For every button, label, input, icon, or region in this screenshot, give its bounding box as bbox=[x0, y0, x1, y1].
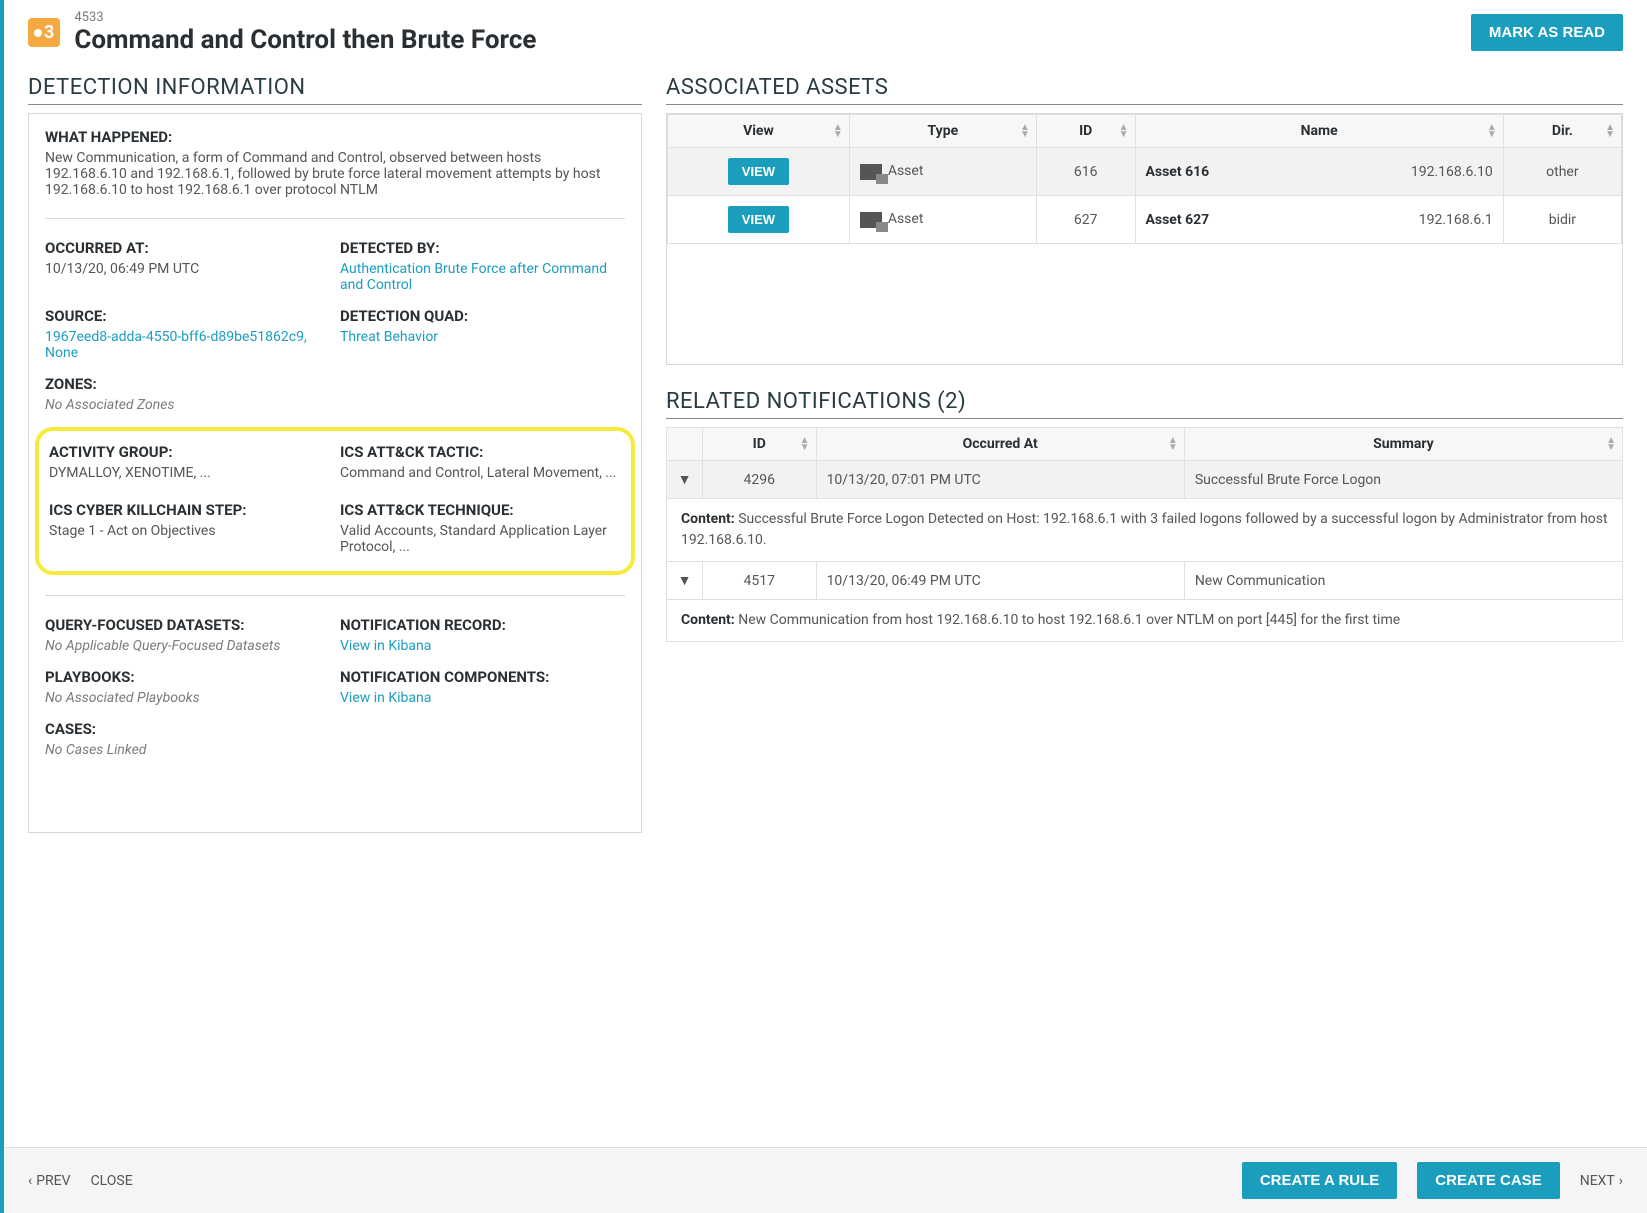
sort-icon[interactable]: ▲▼ bbox=[1606, 437, 1616, 451]
source-link[interactable]: 1967eed8-adda-4550-bff6-d89be51862c9, No… bbox=[45, 329, 330, 361]
zones-value: No Associated Zones bbox=[45, 397, 625, 413]
content-row: Content: New Communication from host 192… bbox=[667, 600, 1623, 642]
what-happened-heading: WHAT HAPPENED: bbox=[45, 128, 625, 146]
killchain-value: Stage 1 - Act on Objectives bbox=[49, 523, 330, 541]
mark-as-read-button[interactable]: MARK AS READ bbox=[1471, 14, 1623, 51]
ics-technique-heading: ICS ATT&CK TECHNIQUE: bbox=[340, 501, 621, 519]
rn-occurred: 10/13/20, 06:49 PM UTC bbox=[816, 562, 1184, 600]
rn-summary: New Communication bbox=[1184, 562, 1622, 600]
asset-type: Asset bbox=[888, 211, 924, 227]
table-row: ▼ 4296 10/13/20, 07:01 PM UTC Successful… bbox=[667, 461, 1623, 499]
zones-heading: ZONES: bbox=[45, 375, 625, 393]
col-dir[interactable]: Dir.▲▼ bbox=[1503, 115, 1621, 148]
related-notifications-heading: RELATED NOTIFICATIONS (2) bbox=[666, 389, 1623, 419]
content-text: New Communication from host 192.168.6.10… bbox=[738, 612, 1400, 628]
playbooks-heading: PLAYBOOKS: bbox=[45, 668, 330, 686]
col-type[interactable]: Type▲▼ bbox=[849, 115, 1036, 148]
ics-tactic-value: Command and Control, Lateral Movement, .… bbox=[340, 465, 621, 483]
asset-type: Asset bbox=[888, 163, 924, 179]
sort-icon[interactable]: ▲▼ bbox=[833, 124, 843, 138]
next-button[interactable]: NEXT› bbox=[1580, 1173, 1623, 1189]
create-rule-button[interactable]: CREATE A RULE bbox=[1242, 1162, 1397, 1199]
close-button[interactable]: CLOSE bbox=[91, 1173, 133, 1189]
ics-technique-value: Valid Accounts, Standard Application Lay… bbox=[340, 523, 621, 555]
detection-info-heading: DETECTION INFORMATION bbox=[28, 75, 642, 105]
notification-record-link[interactable]: View in Kibana bbox=[340, 638, 625, 654]
sort-icon[interactable]: ▲▼ bbox=[1605, 124, 1615, 138]
col-name[interactable]: Name▲▼ bbox=[1135, 115, 1503, 148]
view-button[interactable]: VIEW bbox=[728, 158, 789, 185]
notification-components-link[interactable]: View in Kibana bbox=[340, 690, 625, 706]
chevron-left-icon: ‹ bbox=[28, 1173, 32, 1189]
expand-toggle[interactable]: ▼ bbox=[667, 461, 703, 499]
sort-icon[interactable]: ▲▼ bbox=[800, 437, 810, 451]
asset-dir: other bbox=[1503, 148, 1621, 196]
content-label: Content: bbox=[681, 511, 735, 527]
asset-icon bbox=[860, 164, 882, 180]
table-row: VIEW Asset 616 Asset 616192.168.6.10 oth… bbox=[668, 148, 1622, 196]
occurred-at-heading: OCCURRED AT: bbox=[45, 239, 330, 257]
asset-icon bbox=[860, 212, 882, 228]
rn-occurred: 10/13/20, 07:01 PM UTC bbox=[816, 461, 1184, 499]
content-label: Content: bbox=[681, 612, 735, 628]
playbooks-value: No Associated Playbooks bbox=[45, 690, 330, 706]
detected-by-heading: DETECTED BY: bbox=[340, 239, 625, 257]
asset-name: Asset 616192.168.6.10 bbox=[1135, 148, 1503, 196]
detected-by-link[interactable]: Authentication Brute Force after Command… bbox=[340, 261, 625, 293]
rn-id: 4517 bbox=[703, 562, 817, 600]
rn-id: 4296 bbox=[703, 461, 817, 499]
ics-tactic-heading: ICS ATT&CK TACTIC: bbox=[340, 443, 621, 461]
view-button[interactable]: VIEW bbox=[728, 206, 789, 233]
chevron-right-icon: › bbox=[1619, 1173, 1623, 1189]
cases-value: No Cases Linked bbox=[45, 742, 625, 758]
detection-quad-link[interactable]: Threat Behavior bbox=[340, 329, 625, 345]
prev-button[interactable]: ‹PREV bbox=[28, 1173, 71, 1189]
sort-icon[interactable]: ▲▼ bbox=[1119, 124, 1129, 138]
detection-id: 4533 bbox=[74, 10, 1457, 25]
asset-id: 616 bbox=[1036, 148, 1135, 196]
col-rn-summary[interactable]: Summary▲▼ bbox=[1184, 428, 1622, 461]
source-heading: SOURCE: bbox=[45, 307, 330, 325]
what-happened-text: New Communication, a form of Command and… bbox=[45, 150, 625, 198]
detection-quad-heading: DETECTION QUAD: bbox=[340, 307, 625, 325]
activity-group-heading: ACTIVITY GROUP: bbox=[49, 443, 330, 461]
content-row: Content: Successful Brute Force Logon De… bbox=[667, 499, 1623, 562]
col-rn-occurred[interactable]: Occurred At▲▼ bbox=[816, 428, 1184, 461]
table-row: VIEW Asset 627 Asset 627192.168.6.1 bidi… bbox=[668, 196, 1622, 244]
killchain-heading: ICS CYBER KILLCHAIN STEP: bbox=[49, 501, 330, 519]
col-view[interactable]: View▲▼ bbox=[668, 115, 850, 148]
sort-icon[interactable]: ▲▼ bbox=[1020, 124, 1030, 138]
severity-badge: 3 bbox=[28, 18, 60, 47]
content-text: Successful Brute Force Logon Detected on… bbox=[681, 511, 1608, 548]
asset-id: 627 bbox=[1036, 196, 1135, 244]
highlight-box: ACTIVITY GROUP: DYMALLOY, XENOTIME, ... … bbox=[35, 427, 635, 575]
asset-dir: bidir bbox=[1503, 196, 1621, 244]
notification-components-heading: NOTIFICATION COMPONENTS: bbox=[340, 668, 625, 686]
rn-summary: Successful Brute Force Logon bbox=[1184, 461, 1622, 499]
related-notifications-table: ID▲▼ Occurred At▲▼ Summary▲▼ ▼ 4296 10/1… bbox=[666, 427, 1623, 642]
occurred-at-value: 10/13/20, 06:49 PM UTC bbox=[45, 261, 330, 279]
qfd-value: No Applicable Query-Focused Datasets bbox=[45, 638, 330, 654]
sort-icon[interactable]: ▲▼ bbox=[1487, 124, 1497, 138]
create-case-button[interactable]: CREATE CASE bbox=[1417, 1162, 1559, 1199]
associated-assets-heading: ASSOCIATED ASSETS bbox=[666, 75, 1623, 105]
sort-icon[interactable]: ▲▼ bbox=[1168, 437, 1178, 451]
notification-record-heading: NOTIFICATION RECORD: bbox=[340, 616, 625, 634]
table-row: ▼ 4517 10/13/20, 06:49 PM UTC New Commun… bbox=[667, 562, 1623, 600]
col-id[interactable]: ID▲▼ bbox=[1036, 115, 1135, 148]
assets-table: View▲▼ Type▲▼ ID▲▼ Name▲▼ Dir.▲▼ VIEW As… bbox=[667, 114, 1622, 244]
page-title: Command and Control then Brute Force bbox=[74, 25, 1457, 55]
col-rn-id[interactable]: ID▲▼ bbox=[703, 428, 817, 461]
asset-name: Asset 627192.168.6.1 bbox=[1135, 196, 1503, 244]
cases-heading: CASES: bbox=[45, 720, 625, 738]
footer-bar: ‹PREV CLOSE CREATE A RULE CREATE CASE NE… bbox=[4, 1147, 1647, 1213]
expand-toggle[interactable]: ▼ bbox=[667, 562, 703, 600]
qfd-heading: QUERY-FOCUSED DATASETS: bbox=[45, 616, 330, 634]
activity-group-value: DYMALLOY, XENOTIME, ... bbox=[49, 465, 330, 483]
